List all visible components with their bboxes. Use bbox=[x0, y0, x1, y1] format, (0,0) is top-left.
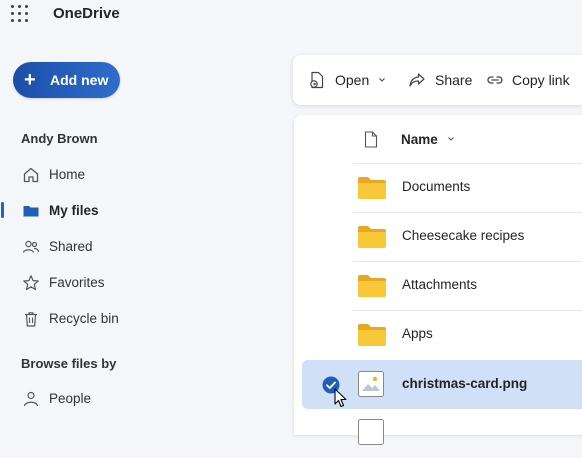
command-bar: Open Share Copy link bbox=[293, 55, 582, 105]
star-icon bbox=[23, 275, 39, 291]
folder-icon bbox=[23, 206, 39, 217]
sidebar-item-recycle-bin[interactable]: Recycle bin bbox=[0, 301, 280, 335]
table-row[interactable]: Cheesecake recipes bbox=[294, 212, 582, 261]
sidebar-item-people[interactable]: People bbox=[0, 381, 280, 415]
name-column-label: Name bbox=[401, 132, 438, 147]
sidebar-item-label: Shared bbox=[49, 238, 93, 254]
user-name: Andy Brown bbox=[21, 131, 98, 146]
file-type-icon[interactable] bbox=[364, 131, 378, 148]
sidebar-item-shared[interactable]: Shared bbox=[0, 229, 280, 263]
chevron-down-icon bbox=[447, 137, 454, 141]
app-launcher-icon[interactable] bbox=[11, 5, 29, 23]
plus-icon: + bbox=[24, 69, 36, 91]
folder-icon bbox=[358, 226, 386, 248]
share-icon bbox=[409, 73, 425, 87]
open-button[interactable]: Open bbox=[309, 55, 387, 105]
table-row[interactable]: Attachments bbox=[294, 261, 582, 310]
sidebar-item-label: Home bbox=[49, 166, 86, 182]
name-column-header[interactable]: Name bbox=[401, 132, 456, 147]
table-row[interactable] bbox=[294, 409, 582, 458]
people-icon bbox=[22, 240, 40, 253]
file-icon bbox=[358, 419, 384, 445]
open-file-icon bbox=[310, 71, 324, 89]
mouse-cursor-icon bbox=[334, 388, 347, 408]
file-list: Name Documents Cheesecake recipes Attach… bbox=[294, 115, 582, 445]
file-list-header: Name bbox=[294, 115, 582, 163]
file-name[interactable]: Apps bbox=[402, 326, 433, 341]
row-divider bbox=[353, 212, 582, 213]
link-icon bbox=[487, 76, 503, 84]
file-name[interactable]: Attachments bbox=[402, 277, 477, 292]
row-divider bbox=[353, 261, 582, 262]
sidebar-item-favorites[interactable]: Favorites bbox=[0, 265, 280, 299]
table-row[interactable]: Documents bbox=[294, 163, 582, 212]
table-row[interactable]: Apps bbox=[294, 310, 582, 359]
chevron-down-icon bbox=[379, 78, 386, 82]
home-icon bbox=[23, 167, 39, 183]
add-new-button[interactable]: + Add new bbox=[13, 62, 120, 98]
sidebar-item-label: Recycle bin bbox=[49, 310, 119, 326]
sidebar-item-label: People bbox=[49, 390, 92, 406]
folder-icon bbox=[358, 275, 386, 297]
person-icon bbox=[23, 391, 39, 407]
browse-files-heading: Browse files by bbox=[21, 356, 117, 371]
sidebar-item-label: Favorites bbox=[49, 274, 105, 290]
sidebar-item-my-files[interactable]: My files bbox=[0, 193, 280, 227]
table-row-selected[interactable]: christmas-card.png bbox=[302, 360, 582, 409]
row-divider bbox=[353, 163, 582, 164]
open-label: Open bbox=[335, 72, 370, 88]
app-title[interactable]: OneDrive bbox=[53, 5, 120, 22]
file-name[interactable]: Cheesecake recipes bbox=[402, 228, 524, 243]
folder-icon bbox=[358, 177, 386, 199]
copy-link-button[interactable]: Copy link bbox=[486, 55, 570, 105]
add-new-label: Add new bbox=[50, 72, 109, 88]
file-name[interactable]: christmas-card.png bbox=[402, 376, 527, 391]
folder-icon bbox=[358, 324, 386, 346]
sidebar-item-label: My files bbox=[49, 202, 99, 218]
share-button[interactable]: Share bbox=[408, 55, 472, 105]
copy-link-label: Copy link bbox=[512, 72, 570, 88]
share-label: Share bbox=[435, 72, 473, 88]
row-divider bbox=[353, 310, 582, 311]
sidebar-item-home[interactable]: Home bbox=[0, 157, 280, 191]
file-name[interactable]: Documents bbox=[402, 179, 470, 194]
trash-icon bbox=[25, 312, 37, 327]
image-file-icon bbox=[358, 371, 384, 397]
